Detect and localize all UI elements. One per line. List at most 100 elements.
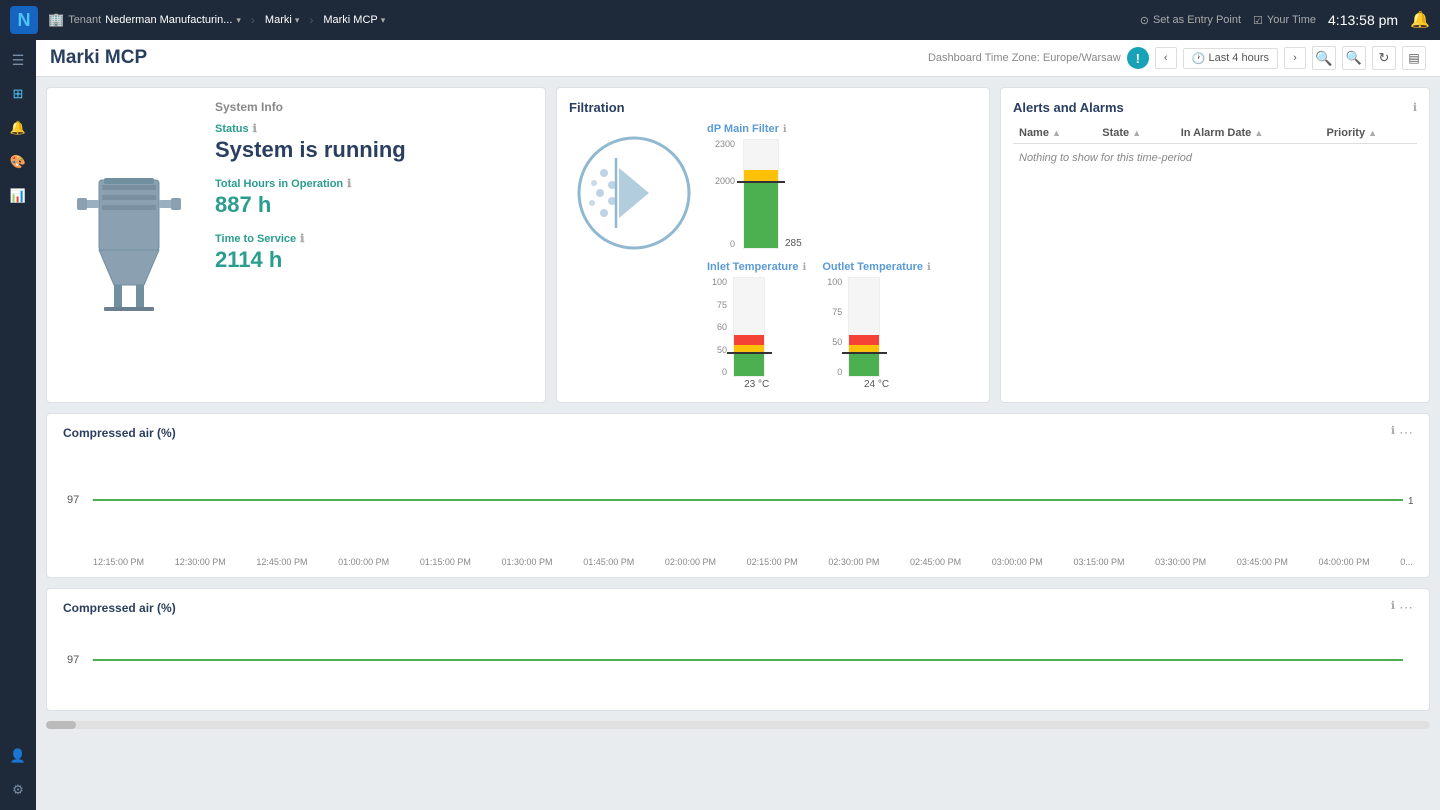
compressed-title-1: Compressed air (%) (63, 426, 176, 440)
dp-value-label: 285 (785, 238, 802, 249)
dp-bar-container (743, 139, 779, 249)
alerts-table: Name ▲ State ▲ In Alarm Date ▲ Priority … (1013, 123, 1417, 172)
inlet-info-icon[interactable]: ℹ (803, 262, 807, 273)
dp-y-labels: 2300 2000 0 (707, 139, 739, 249)
nav-bell-icon[interactable]: 🔔 (1410, 10, 1430, 30)
sidebar-icon-analytics[interactable]: 📊 (4, 182, 32, 210)
entry-point-icon: ⊙ (1140, 14, 1149, 27)
filtration-svg-icon (574, 133, 694, 253)
sort-name-icon: ▲ (1052, 128, 1061, 138)
row-1: System Info Status ℹ System is running T… (46, 87, 1430, 403)
col-name[interactable]: Name ▲ (1013, 123, 1096, 144)
your-time-check: ☑ (1253, 14, 1263, 27)
sidebar-icon-settings[interactable]: ⚙ (4, 776, 32, 804)
nav-marki-mcp-chevron: ▾ (381, 15, 386, 26)
system-status-text: System is running (215, 137, 533, 163)
main-content: Marki MCP Dashboard Time Zone: Europe/Wa… (36, 40, 1440, 810)
charts-area: dP Main Filter ℹ 2300 2000 0 (707, 123, 977, 390)
compressed-menu-icon-1[interactable]: ⋯ (1399, 424, 1413, 441)
outlet-y-labels: 100 75 50 0 (822, 277, 844, 377)
tenant-label: Tenant (68, 14, 101, 26)
nav-right-section: ⊙ Set as Entry Point ☑ Your Time 4:13:58… (1140, 10, 1430, 30)
dp-main-filter-section: dP Main Filter ℹ 2300 2000 0 (707, 123, 977, 249)
sidebar-icon-user[interactable]: 👤 (4, 742, 32, 770)
sort-priority-icon: ▲ (1368, 128, 1377, 138)
zoom-out-btn[interactable]: 🔍 (1342, 46, 1366, 70)
col-alarm-date[interactable]: In Alarm Date ▲ (1175, 123, 1321, 144)
timezone-label: Dashboard Time Zone: Europe/Warsaw (928, 52, 1121, 64)
hours-value: 887 h (215, 192, 533, 218)
alerts-info-icon[interactable]: ℹ (1413, 101, 1417, 114)
clock-icon: 🕐 (1192, 52, 1206, 65)
status-info-icon[interactable]: ℹ (253, 122, 257, 135)
service-label: Time to Service ℹ (215, 232, 533, 245)
hours-label: Total Hours in Operation ℹ (215, 177, 533, 190)
service-info-icon[interactable]: ℹ (300, 232, 304, 245)
compressed-y-value-1: 97 (67, 494, 79, 506)
compressed-chart-area-2: 97 (63, 620, 1413, 700)
entry-point-btn[interactable]: ⊙ Set as Entry Point (1140, 14, 1241, 27)
outlet-temp-section: Outlet Temperature ℹ 100 75 50 0 (822, 261, 930, 390)
compressed-info-icon-1[interactable]: ℹ (1391, 424, 1395, 441)
filtration-title: Filtration (569, 100, 625, 115)
service-value: 2114 h (215, 247, 533, 273)
outlet-temp-value: 24 °C (822, 379, 930, 390)
zoom-in-btn[interactable]: 🔍 (1312, 46, 1336, 70)
section-title-sysinfo: System Info (215, 100, 283, 114)
sidebar-icon-menu[interactable]: ☰ (4, 46, 32, 74)
panel-btn[interactable]: ▤ (1402, 46, 1426, 70)
outlet-bar-marker (842, 352, 887, 354)
compressed-y-value-2: 97 (67, 654, 79, 666)
inlet-temp-value: 23 °C (707, 379, 806, 390)
refresh-btn[interactable]: ↻ (1372, 46, 1396, 70)
compressed-chart-svg-1: 1 (63, 445, 1413, 555)
dp-main-filter-title: dP Main Filter (707, 123, 779, 135)
outlet-info-icon[interactable]: ℹ (927, 262, 931, 273)
prev-btn[interactable]: ‹ (1155, 47, 1177, 69)
outlet-bar-red (849, 335, 879, 345)
horizontal-scrollbar[interactable] (46, 721, 1430, 729)
your-time-section[interactable]: ☑ Your Time (1253, 14, 1316, 27)
dp-bar-green (744, 183, 778, 248)
system-image-area (59, 100, 199, 390)
sidebar-icon-palette[interactable]: 🎨 (4, 148, 32, 176)
nav-logo: N (10, 6, 38, 34)
compressed-info-icon-2[interactable]: ℹ (1391, 599, 1395, 616)
hours-info-icon[interactable]: ℹ (347, 177, 351, 190)
nav-marki-label: Marki (265, 14, 292, 26)
compressed-air-card-1: Compressed air (%) ℹ ⋯ 97 1 (46, 413, 1430, 578)
layout: ☰ ⊞ 🔔 🎨 📊 👤 ⚙ Marki MCP Dashboard Time Z… (0, 40, 1440, 810)
alerts-title: Alerts and Alarms (1013, 100, 1124, 115)
alerts-card: Alerts and Alarms ℹ Name ▲ State ▲ (1000, 87, 1430, 403)
time-range-label: Last 4 hours (1208, 52, 1269, 64)
inlet-y-labels: 100 75 60 50 0 (707, 277, 729, 377)
col-state[interactable]: State ▲ (1096, 123, 1175, 144)
nav-time: 4:13:58 pm (1328, 12, 1398, 28)
filtration-content: dP Main Filter ℹ 2300 2000 0 (569, 123, 977, 390)
sidebar: ☰ ⊞ 🔔 🎨 📊 👤 ⚙ (0, 40, 36, 810)
alerts-empty-message: Nothing to show for this time-period (1013, 144, 1417, 173)
next-btn[interactable]: › (1284, 47, 1306, 69)
sidebar-icon-dashboard[interactable]: ⊞ (4, 80, 32, 108)
col-priority[interactable]: Priority ▲ (1321, 123, 1417, 144)
system-info-card: System Info Status ℹ System is running T… (46, 87, 546, 403)
outlet-temp-title: Outlet Temperature (822, 261, 923, 273)
filtration-card: Filtration (556, 87, 990, 403)
tenant-chevron: ▾ (236, 15, 241, 26)
page-title: Marki MCP (50, 47, 147, 69)
dp-info-icon[interactable]: ℹ (783, 124, 787, 135)
alerts-empty-row: Nothing to show for this time-period (1013, 144, 1417, 173)
svg-text:1: 1 (1408, 496, 1414, 507)
time-range-btn[interactable]: 🕐 Last 4 hours (1183, 48, 1278, 69)
compressed-menu-icon-2[interactable]: ⋯ (1399, 599, 1413, 616)
system-image-svg (74, 170, 184, 320)
info-circle-btn[interactable]: ! (1127, 47, 1149, 69)
nav-marki-mcp[interactable]: Marki MCP ▾ (323, 14, 385, 26)
nav-marki[interactable]: Marki ▾ (265, 14, 299, 26)
page-controls: Dashboard Time Zone: Europe/Warsaw ! ‹ 🕐… (928, 46, 1426, 70)
sort-date-icon: ▲ (1254, 128, 1263, 138)
outlet-bar-container (848, 277, 880, 377)
sidebar-icon-alerts[interactable]: 🔔 (4, 114, 32, 142)
compressed-x-labels-1: 12:15:00 PM 12:30:00 PM 12:45:00 PM 01:0… (63, 555, 1413, 567)
tenant-section[interactable]: 🏢 Tenant Nederman Manufacturin... ▾ (48, 12, 241, 28)
